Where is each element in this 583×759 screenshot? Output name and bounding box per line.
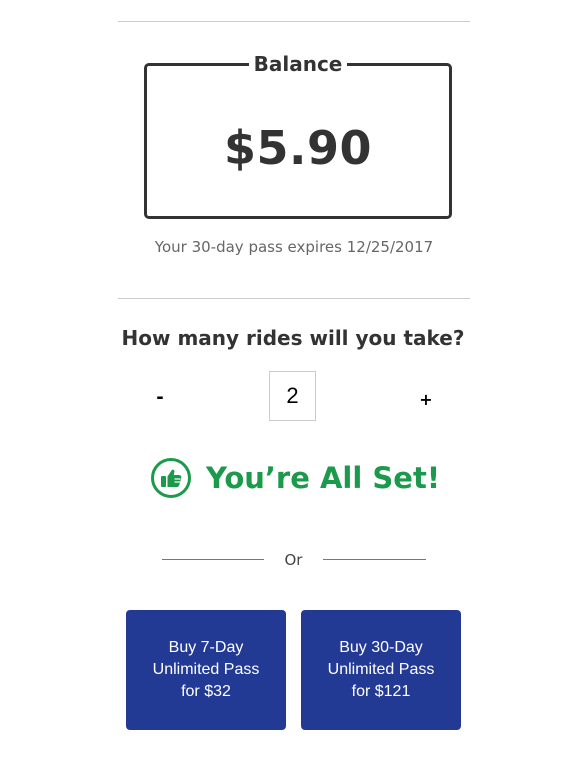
or-line-left [162, 559, 264, 560]
middle-divider [118, 298, 470, 299]
buy-30-day-line-2: Unlimited Pass [327, 661, 435, 678]
buy-30-day-line-1: Buy 30-Day [339, 639, 423, 656]
balance-label-wrap: Balance [147, 52, 449, 76]
balance-card: Balance $5.90 [144, 52, 452, 219]
balance-amount: $5.90 [223, 121, 372, 175]
buy-7-day-line-1: Buy 7-Day [168, 639, 244, 656]
buy-7-day-pass-label: Buy 7-Day Unlimited Pass for $32 [153, 637, 260, 703]
buy-30-day-pass-label: Buy 30-Day Unlimited Pass for $121 [328, 637, 435, 703]
rides-count-input[interactable] [269, 371, 316, 421]
pass-expiry-text: Your 30-day pass expires 12/25/2017 [154, 238, 434, 256]
or-divider: Or [162, 549, 426, 571]
buy-7-day-pass-button[interactable]: Buy 7-Day Unlimited Pass for $32 [126, 610, 286, 730]
or-line-right [323, 559, 426, 560]
top-divider [118, 21, 470, 22]
buy-7-day-line-2: Unlimited Pass [152, 661, 260, 678]
rides-question: How many rides will you take? [121, 326, 465, 350]
buy-7-day-line-3: for $32 [181, 683, 231, 700]
all-set-message: You’re All Set! [206, 461, 441, 495]
page: Balance $5.90 Your 30-day pass expires 1… [0, 0, 583, 759]
or-label: Or [284, 551, 303, 569]
balance-label: Balance [248, 52, 348, 76]
decrement-rides-button[interactable]: - [152, 386, 168, 410]
all-set-status: You’re All Set! [150, 455, 440, 501]
buy-30-day-line-3: for $121 [351, 683, 411, 700]
thumbs-up-icon [151, 458, 191, 498]
buy-30-day-pass-button[interactable]: Buy 30-Day Unlimited Pass for $121 [301, 610, 461, 730]
increment-rides-button[interactable]: + [418, 388, 434, 412]
